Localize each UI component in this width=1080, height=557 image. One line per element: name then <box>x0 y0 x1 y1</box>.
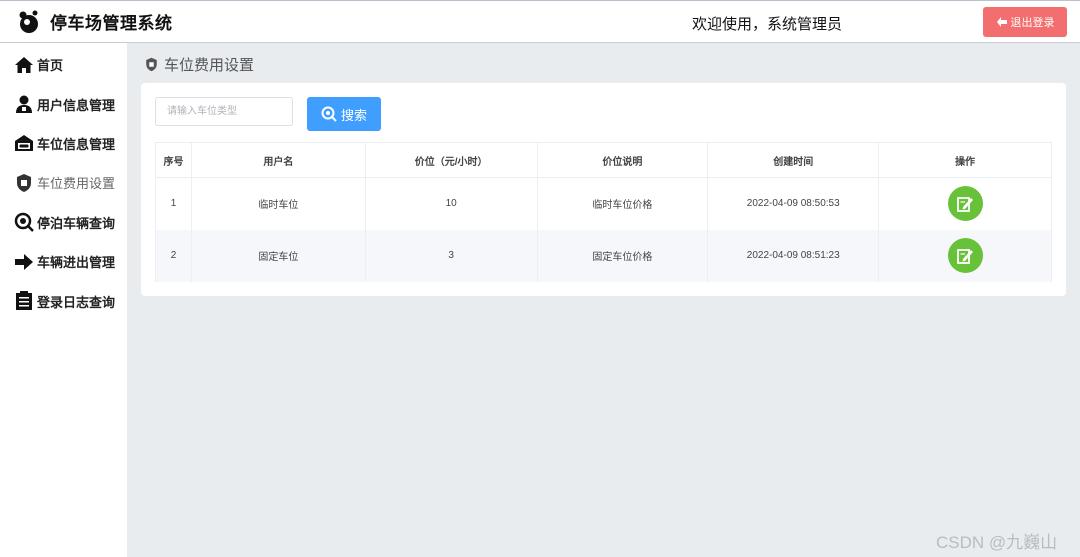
column-header-desc: 价位说明 <box>537 142 709 178</box>
sidebar: 首页 用户信息管理 车位信息管理 车位费用设置 停泊车辆查询 车辆进出管理 登录… <box>0 43 127 557</box>
cell-created: 2022-04-09 08:51:23 <box>707 229 880 282</box>
cell-price: 10 <box>365 177 538 230</box>
page-heading: 车位费用设置 <box>144 54 254 75</box>
arrow-right-icon <box>15 253 33 270</box>
fee-table: 序号 用户名 价位（元/小时） 价位说明 创建时间 操作 1 临时车位 10 临… <box>155 142 1052 282</box>
shield-icon <box>146 57 157 72</box>
sidebar-item-label: 停泊车辆查询 <box>37 215 116 231</box>
edit-button[interactable] <box>947 186 983 222</box>
app-title: 停车场管理系统 <box>50 14 173 33</box>
logout-label: 退出登录 <box>1010 17 1055 29</box>
watermark: CSDN @九巍山 <box>936 533 1058 552</box>
sidebar-item-label: 登录日志查询 <box>37 294 116 310</box>
logout-button[interactable]: 退出登录 <box>983 7 1067 37</box>
sidebar-item-label: 用户信息管理 <box>37 97 116 113</box>
user-icon <box>16 95 32 114</box>
column-header-actions: 操作 <box>878 142 1052 178</box>
column-header-price: 价位（元/小时） <box>365 142 538 178</box>
welcome-text: 欢迎使用，系统管理员 <box>692 16 843 33</box>
column-header-name: 用户名 <box>191 142 366 178</box>
cell-desc: 临时车位价格 <box>537 177 709 230</box>
top-header: 停车场管理系统 欢迎使用，系统管理员 退出登录 <box>0 0 1080 43</box>
search-input[interactable] <box>155 97 293 126</box>
logout-icon <box>996 17 1007 27</box>
column-header-created: 创建时间 <box>707 142 880 178</box>
cell-name: 固定车位 <box>191 229 366 282</box>
column-header-index: 序号 <box>155 142 192 178</box>
sidebar-item-spaces[interactable]: 车位信息管理 <box>0 124 127 163</box>
sidebar-item-label: 车位费用设置 <box>37 176 116 192</box>
garage-icon <box>15 135 33 152</box>
edit-button[interactable] <box>947 238 983 273</box>
sidebar-item-logs[interactable]: 登录日志查询 <box>0 281 127 320</box>
document-icon <box>16 291 32 311</box>
sidebar-item-label: 首页 <box>37 58 64 74</box>
search-icon <box>321 106 337 122</box>
cell-created: 2022-04-09 08:50:53 <box>707 177 880 230</box>
cell-actions <box>878 229 1052 282</box>
cell-name: 临时车位 <box>191 177 366 230</box>
table-row: 2 固定车位 3 固定车位价格 2022-04-09 08:51:23 <box>155 229 1052 282</box>
sidebar-item-label: 车辆进出管理 <box>37 255 116 271</box>
cell-actions <box>878 177 1052 230</box>
edit-icon <box>957 248 974 264</box>
table-header-row: 序号 用户名 价位（元/小时） 价位说明 创建时间 操作 <box>155 142 1052 178</box>
content-card: 搜索 序号 用户名 价位（元/小时） 价位说明 创建时间 操作 1 临时车位 1… <box>141 83 1066 296</box>
sidebar-item-label: 车位信息管理 <box>37 136 116 152</box>
table-row: 1 临时车位 10 临时车位价格 2022-04-09 08:50:53 <box>155 177 1052 230</box>
logo: 停车场管理系统 <box>16 9 173 35</box>
cell-price: 3 <box>365 229 538 282</box>
edit-icon <box>957 196 974 212</box>
cell-index: 2 <box>155 229 192 282</box>
cell-index: 1 <box>155 177 192 230</box>
page-title: 车位费用设置 <box>164 57 255 74</box>
sidebar-item-home[interactable]: 首页 <box>0 45 127 84</box>
sidebar-item-fees[interactable]: 车位费用设置 <box>0 163 127 202</box>
sidebar-item-parked[interactable]: 停泊车辆查询 <box>0 203 127 242</box>
logo-icon <box>19 10 38 33</box>
home-icon <box>15 56 33 73</box>
search-button-label: 搜索 <box>340 107 367 123</box>
sidebar-item-users[interactable]: 用户信息管理 <box>0 84 127 123</box>
sidebar-item-inout[interactable]: 车辆进出管理 <box>0 242 127 281</box>
search-button[interactable]: 搜索 <box>307 97 381 131</box>
shield-icon <box>17 173 31 192</box>
search-icon <box>14 213 34 233</box>
cell-desc: 固定车位价格 <box>537 229 709 282</box>
